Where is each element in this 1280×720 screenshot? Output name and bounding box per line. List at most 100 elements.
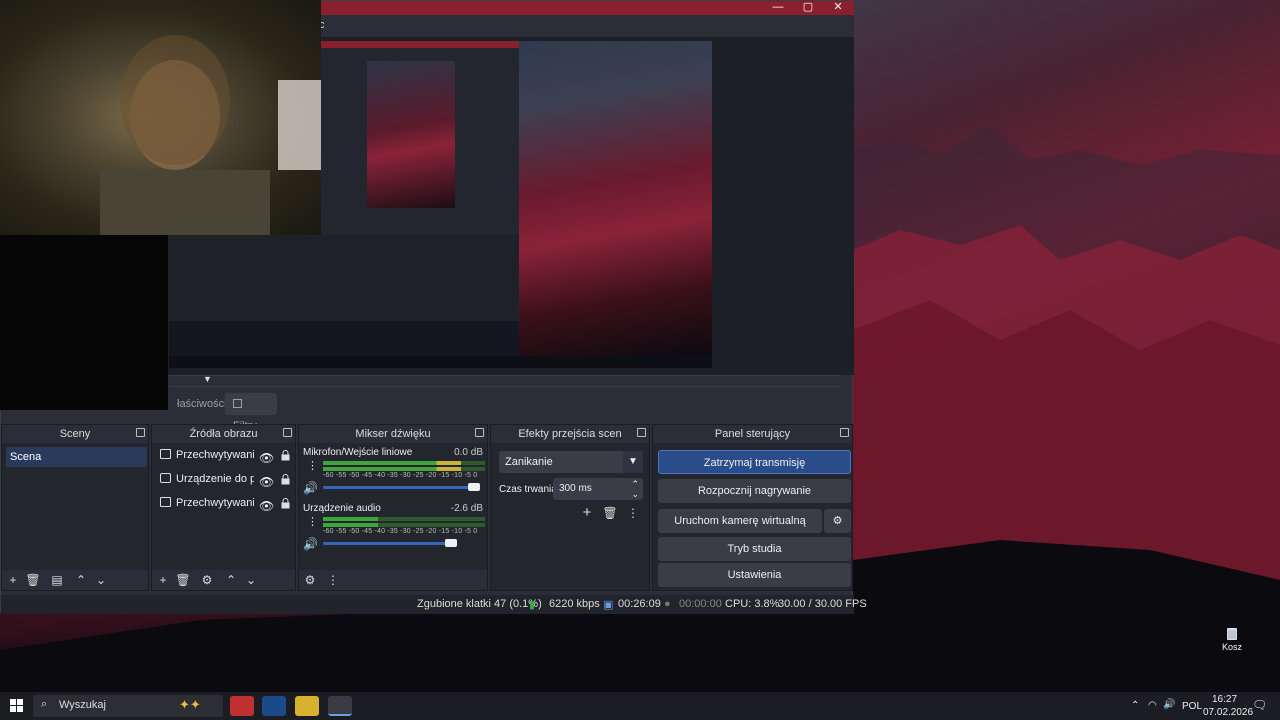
level-meter — [323, 523, 485, 527]
gear-icon[interactable]: ⚙ — [199, 572, 215, 588]
speaker-icon[interactable]: 🔊 — [303, 537, 318, 551]
speaker-icon[interactable]: 🔊 — [303, 481, 318, 495]
duration-input[interactable]: 300 ms ⌃ ⌄ — [553, 478, 643, 500]
mixer-channel: Urządzenie audio -2.6 dB ⋮ -60 -55 -50 -… — [303, 503, 485, 553]
more-icon[interactable]: ⋮ — [325, 572, 341, 588]
meter-fill — [323, 461, 461, 465]
duration-value: 300 ms — [559, 483, 592, 494]
clock-date[interactable]: 07.02.2026 — [1203, 707, 1253, 718]
chevron-down-icon[interactable]: ▼ — [623, 451, 643, 473]
undock-icon[interactable] — [136, 428, 145, 437]
eye-icon[interactable]: 👁 — [259, 496, 274, 516]
mixer-toolbar: ⚙ ⋮ — [299, 570, 487, 590]
sources-toolbar: + 🗑 ⚙ ⌃ ⌄ — [152, 570, 295, 590]
language-indicator[interactable]: POL — [1182, 701, 1202, 712]
settings-button[interactable]: Ustawienia — [658, 563, 851, 587]
tab-properties[interactable]: łaściwości — [169, 393, 227, 415]
meter-fill — [323, 467, 461, 471]
chevron-down-icon[interactable]: ▼ — [203, 374, 212, 384]
search-box[interactable]: ⌕ Wyszukaj ✦✦ — [33, 695, 223, 717]
bitrate: 6220 kbps — [549, 598, 600, 610]
copilot-sparkle-icon: ✦✦ — [179, 697, 201, 712]
source-item[interactable]: Przechwytywanie e 👁 — [156, 493, 294, 513]
lock-icon[interactable] — [281, 448, 290, 461]
add-icon[interactable]: + — [155, 572, 171, 588]
sources-dock: Źródła obrazu Przechwytywanie o 👁 Urządz… — [151, 424, 296, 591]
audio-mixer-dock: Mikser dźwięku Mikrofon/Wejście liniowe … — [298, 424, 488, 591]
chevron-down-icon[interactable]: ⌄ — [631, 483, 639, 505]
chevron-up-icon[interactable]: ⌃ — [1131, 700, 1139, 711]
recycle-bin[interactable]: Kosz — [1220, 626, 1244, 652]
transition-select-value: Zanikanie — [505, 456, 553, 468]
start-recording-button[interactable]: Rozpocznij nagrywanie — [658, 479, 851, 503]
transitions-dock: Efekty przejścia scen Zanikanie ▼ Czas t… — [490, 424, 650, 591]
meter-fill — [323, 517, 378, 521]
lock-icon[interactable] — [281, 496, 290, 509]
tab-properties-label: łaściwości — [177, 398, 227, 410]
trash-icon[interactable]: 🗑 — [602, 505, 618, 521]
virtual-camera-gear-icon[interactable]: ⚙ — [824, 509, 851, 533]
add-icon[interactable]: + — [5, 572, 21, 588]
undock-icon[interactable] — [840, 428, 849, 437]
more-icon[interactable]: ⋮ — [307, 459, 318, 472]
lock-icon[interactable] — [281, 472, 290, 485]
transition-select[interactable]: Zanikanie ▼ — [499, 451, 643, 473]
source-label: Urządzenie do prze — [176, 473, 254, 485]
close-button[interactable]: ✕ — [823, 0, 853, 14]
move-up-icon[interactable]: ⌃ — [223, 572, 239, 588]
folder-icon[interactable] — [295, 696, 319, 716]
trash-icon[interactable]: 🗑 — [175, 572, 191, 588]
advanced-audio-icon[interactable]: ⚙ — [302, 572, 318, 588]
steam-icon[interactable] — [262, 696, 286, 716]
brave-icon[interactable] — [230, 696, 254, 716]
filter-icon — [233, 399, 242, 408]
move-up-icon[interactable]: ⌃ — [73, 572, 89, 588]
volume-slider-handle[interactable] — [468, 483, 480, 491]
source-item[interactable]: Urządzenie do prze 👁 — [156, 469, 294, 489]
clock-time[interactable]: 16:27 — [1212, 694, 1237, 705]
mixer-dock-title: Mikser dźwięku — [355, 428, 431, 440]
controls-dock-title: Panel sterujący — [714, 428, 791, 440]
stop-streaming-button[interactable]: Zatrzymaj transmisję — [658, 450, 851, 474]
trash-icon[interactable]: 🗑 — [25, 572, 41, 588]
obs-icon[interactable] — [328, 696, 352, 716]
start-virtual-camera-button[interactable]: Uruchom kamerę wirtualną — [658, 509, 822, 533]
windows-start-icon[interactable] — [10, 699, 23, 712]
mixer-channel: Mikrofon/Wejście liniowe 0.0 dB ⋮ -60 -5… — [303, 447, 485, 497]
volume-icon[interactable]: 🔊 — [1163, 699, 1175, 710]
sources-dock-header: Źródła obrazu — [152, 425, 295, 443]
undock-icon[interactable] — [283, 428, 292, 437]
undock-icon[interactable] — [475, 428, 484, 437]
captured-wallpaper — [519, 41, 712, 356]
volume-slider-handle[interactable] — [445, 539, 457, 547]
volume-slider[interactable] — [323, 486, 480, 489]
stream-time: 00:26:09 — [618, 598, 661, 610]
transitions-dock-title: Efekty przejścia scen — [518, 428, 622, 440]
scene-properties-bar[interactable]: ▼ — [169, 374, 840, 387]
wifi-icon[interactable]: ◠ — [1148, 700, 1157, 711]
filter-icon[interactable]: ▤ — [49, 572, 65, 588]
scene-item[interactable]: Scena — [6, 447, 147, 467]
undock-icon[interactable] — [637, 428, 646, 437]
status-bar: Zgubione klatki 47 (0.1%) ▮ 6220 kbps ▣ … — [1, 595, 867, 614]
scenes-toolbar: + 🗑 ▤ ⌃ ⌄ — [2, 570, 148, 590]
move-down-icon[interactable]: ⌄ — [93, 572, 109, 588]
eye-icon[interactable]: 👁 — [259, 472, 274, 492]
nested-preview — [367, 61, 455, 208]
move-down-icon[interactable]: ⌄ — [243, 572, 259, 588]
notifications-icon[interactable]: 🗨 — [1252, 698, 1267, 712]
studio-mode-button[interactable]: Tryb studia — [658, 537, 851, 561]
maximize-button[interactable]: ▢ — [793, 0, 823, 14]
more-icon[interactable]: ⋮ — [625, 505, 641, 521]
recycle-bin-label: Kosz — [1221, 642, 1242, 652]
tab-filters[interactable]: Filtry — [225, 393, 277, 432]
more-icon[interactable]: ⋮ — [307, 515, 318, 528]
minimize-button[interactable]: — — [763, 0, 793, 14]
volume-slider[interactable] — [323, 542, 457, 545]
eye-icon[interactable]: 👁 — [259, 448, 274, 468]
scenes-dock-header: Sceny — [2, 425, 148, 443]
record-icon: ● — [664, 598, 671, 610]
add-icon[interactable]: + — [579, 505, 595, 521]
source-item[interactable]: Przechwytywanie o 👁 — [156, 445, 294, 465]
webcam-dark-area — [0, 235, 168, 410]
